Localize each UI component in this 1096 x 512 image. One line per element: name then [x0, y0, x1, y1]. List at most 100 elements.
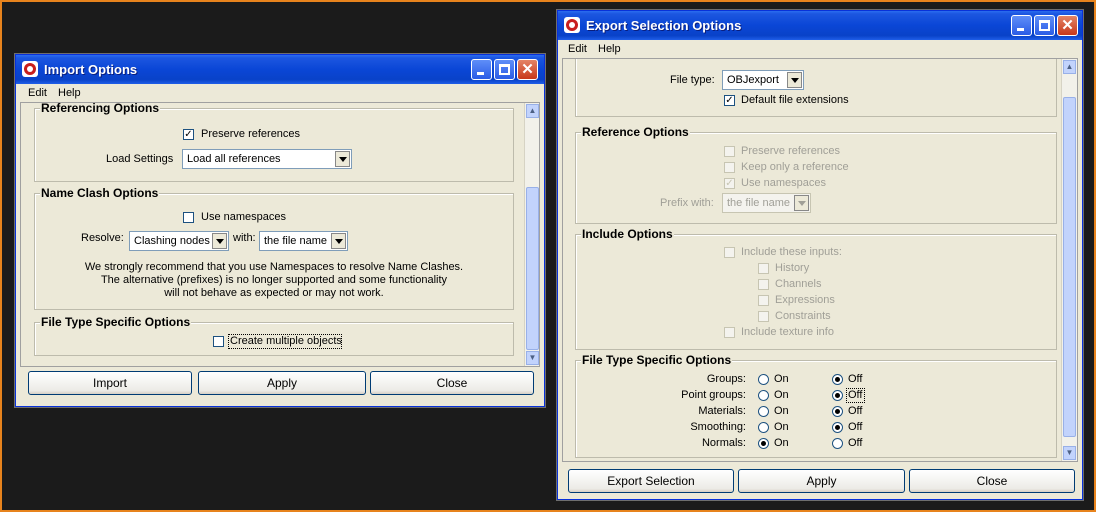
create-multiple-objects-checkbox[interactable]	[213, 336, 224, 347]
scrollbar-thumb[interactable]	[526, 187, 539, 350]
import-options-window: Import Options ✕ Edit Help Referencing O…	[15, 54, 545, 407]
include-texture-checkbox[interactable]	[724, 327, 735, 338]
window-title: Export Selection Options	[586, 18, 742, 33]
use-namespaces-label: Use namespaces	[741, 177, 826, 189]
normals-on-radio[interactable]	[758, 438, 769, 449]
chevron-down-icon	[212, 233, 227, 249]
use-namespaces-label: Use namespaces	[201, 211, 286, 223]
namespace-note-line-3: will not behave as expected or may not w…	[164, 287, 384, 299]
file-type-specific-options-group: File Type Specific Options Create multip…	[34, 315, 514, 356]
maya-app-icon	[22, 61, 38, 77]
group-title: Reference Options	[581, 125, 690, 139]
constraints-checkbox[interactable]	[758, 311, 769, 322]
referencing-options-group: Referencing Options ✓ Preserve reference…	[34, 103, 514, 182]
preserve-references-checkbox[interactable]: ✓	[183, 129, 194, 140]
point-groups-on-radio[interactable]	[758, 390, 769, 401]
scroll-up-icon[interactable]: ▲	[526, 104, 539, 118]
scroll-down-icon[interactable]: ▼	[1063, 446, 1076, 460]
group-title: Name Clash Options	[40, 186, 160, 200]
file-type-group: File type: OBJexport ✓ Default file exte…	[575, 59, 1057, 117]
on-label: On	[774, 421, 789, 433]
close-button[interactable]: Close	[370, 371, 534, 395]
maximize-button[interactable]	[494, 59, 515, 80]
name-clash-options-group: Name Clash Options Use namespaces Resolv…	[34, 186, 514, 310]
export-titlebar[interactable]: Export Selection Options ✕	[558, 11, 1082, 40]
menu-edit[interactable]: Edit	[568, 43, 587, 55]
on-label: On	[774, 405, 789, 417]
vertical-scrollbar[interactable]: ▲ ▼	[524, 103, 539, 366]
groups-label: Groups:	[706, 373, 746, 385]
minimize-button[interactable]	[471, 59, 492, 80]
default-file-extensions-label: Default file extensions	[741, 94, 849, 106]
menu-bar: Edit Help	[16, 84, 544, 102]
menu-help[interactable]: Help	[598, 43, 621, 55]
import-titlebar[interactable]: Import Options ✕	[16, 55, 544, 84]
keep-only-reference-label: Keep only a reference	[741, 161, 849, 173]
options-scroll-area: File type: OBJexport ✓ Default file exte…	[562, 58, 1078, 462]
load-settings-dropdown[interactable]: Load all references	[182, 149, 352, 169]
file-type-dropdown[interactable]: OBJexport	[722, 70, 804, 90]
prefix-with-label: Prefix with:	[660, 197, 714, 209]
include-inputs-checkbox[interactable]	[724, 247, 735, 258]
apply-button[interactable]: Apply	[738, 469, 905, 493]
resolve-dropdown[interactable]: Clashing nodes	[129, 231, 229, 251]
namespace-note-line-1: We strongly recommend that you use Names…	[84, 261, 464, 273]
preserve-references-checkbox[interactable]	[724, 146, 735, 157]
smoothing-label: Smoothing:	[690, 421, 746, 433]
normals-off-radio[interactable]	[832, 438, 843, 449]
maya-app-icon	[564, 17, 580, 33]
scroll-up-icon[interactable]: ▲	[1063, 60, 1076, 74]
materials-on-radio[interactable]	[758, 406, 769, 417]
scrollbar-thumb[interactable]	[1063, 97, 1076, 437]
window-title: Import Options	[44, 62, 138, 77]
load-settings-label: Load Settings	[106, 153, 174, 165]
include-inputs-label: Include these inputs:	[741, 246, 842, 258]
file-type-label: File type:	[670, 74, 715, 86]
use-namespaces-checkbox[interactable]	[183, 212, 194, 223]
materials-off-radio[interactable]	[832, 406, 843, 417]
smoothing-off-radio[interactable]	[832, 422, 843, 433]
off-label: Off	[848, 373, 863, 385]
close-button[interactable]: Close	[909, 469, 1075, 493]
preserve-references-label: Preserve references	[741, 145, 841, 157]
maximize-button[interactable]	[1034, 15, 1055, 36]
close-window-button[interactable]: ✕	[517, 59, 538, 80]
export-selection-options-window: Export Selection Options ✕ Edit Help Fil…	[557, 10, 1083, 500]
menu-bar: Edit Help	[558, 40, 1082, 58]
with-dropdown[interactable]: the file name	[259, 231, 348, 251]
prefix-with-dropdown[interactable]: the file name	[722, 193, 811, 213]
menu-help[interactable]: Help	[58, 87, 81, 99]
scroll-down-icon[interactable]: ▼	[526, 351, 539, 365]
keep-only-reference-checkbox[interactable]	[724, 162, 735, 173]
constraints-label: Constraints	[775, 310, 831, 322]
materials-label: Materials:	[698, 405, 746, 417]
menu-edit[interactable]: Edit	[28, 87, 47, 99]
point-groups-off-radio[interactable]	[832, 390, 843, 401]
on-label: On	[774, 373, 789, 385]
vertical-scrollbar[interactable]: ▲ ▼	[1061, 59, 1077, 461]
options-scroll-area: Referencing Options ✓ Preserve reference…	[20, 102, 540, 367]
chevron-down-icon	[335, 151, 350, 167]
import-button[interactable]: Import	[28, 371, 192, 395]
on-label: On	[774, 437, 789, 449]
channels-checkbox[interactable]	[758, 279, 769, 290]
chevron-down-icon	[787, 72, 802, 88]
history-label: History	[775, 262, 810, 274]
channels-label: Channels	[775, 278, 822, 290]
file-type-specific-options-group: File Type Specific Options Groups: On Of…	[575, 353, 1057, 458]
export-selection-button[interactable]: Export Selection	[568, 469, 734, 493]
with-label: with:	[233, 232, 256, 244]
off-label: Off	[848, 437, 863, 449]
preserve-references-label: Preserve references	[201, 128, 301, 140]
history-checkbox[interactable]	[758, 263, 769, 274]
close-window-button[interactable]: ✕	[1057, 15, 1078, 36]
groups-off-radio[interactable]	[832, 374, 843, 385]
groups-on-radio[interactable]	[758, 374, 769, 385]
minimize-button[interactable]	[1011, 15, 1032, 36]
apply-button[interactable]: Apply	[198, 371, 366, 395]
default-file-extensions-checkbox[interactable]: ✓	[724, 95, 735, 106]
use-namespaces-checkbox[interactable]: ✓	[724, 178, 735, 189]
expressions-checkbox[interactable]	[758, 295, 769, 306]
smoothing-on-radio[interactable]	[758, 422, 769, 433]
off-label: Off	[848, 405, 863, 417]
